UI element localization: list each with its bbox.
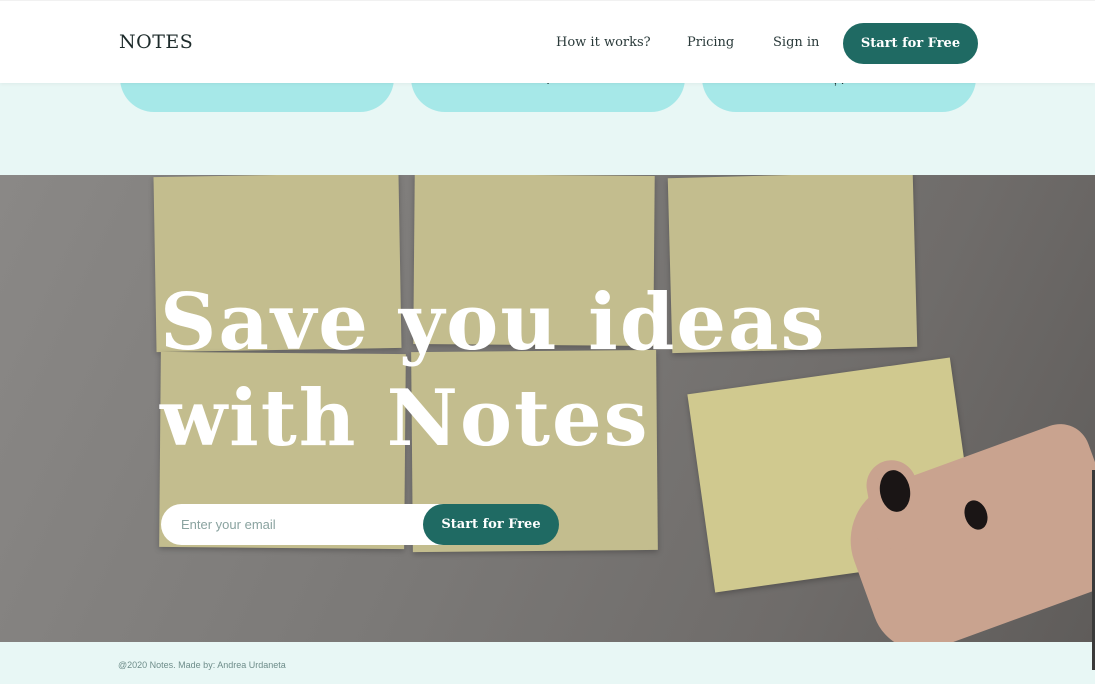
top-navbar: NOTES How it works? Pricing Sign in Star…: [0, 0, 1095, 83]
start-for-free-nav-button[interactable]: Start for Free: [843, 23, 978, 64]
footer: @2020 Notes. Made by: Andrea Urdaneta: [0, 642, 1095, 684]
logo[interactable]: NOTES: [119, 31, 193, 53]
nav-link-how-it-works[interactable]: How it works?: [556, 35, 651, 50]
hero-title-line-2: with Notes: [160, 373, 650, 464]
nav-link-pricing[interactable]: Pricing: [687, 35, 734, 50]
hero-section: Save you ideas with Notes Start for Free: [0, 175, 1095, 642]
hero-title-line-1: Save you ideas: [160, 277, 827, 368]
email-input[interactable]: [161, 504, 461, 545]
start-for-free-hero-button[interactable]: Start for Free: [423, 504, 559, 545]
footer-credit: @2020 Notes. Made by: Andrea Urdaneta: [118, 660, 286, 670]
signup-form: Start for Free: [161, 504, 559, 545]
nav-link-sign-in[interactable]: Sign in: [773, 35, 819, 50]
hero-title: Save you ideas with Notes: [160, 275, 826, 467]
